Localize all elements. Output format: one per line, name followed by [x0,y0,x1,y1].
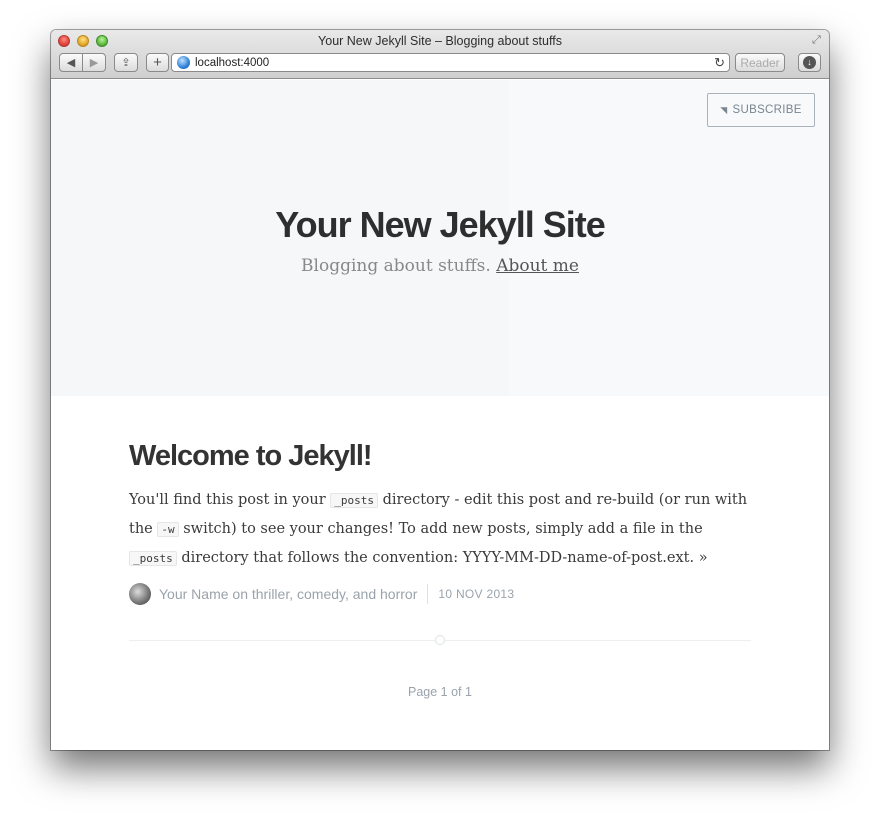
divider-dot [435,635,445,645]
rss-icon: ◥ [720,104,728,115]
author-avatar [129,583,151,605]
fullscreen-icon[interactable]: ⤢ [812,34,824,46]
url-text[interactable]: localhost:4000 [195,57,269,69]
browser-chrome: Your New Jekyll Site – Blogging about st… [51,30,829,79]
forward-button[interactable]: ▶ [82,53,106,72]
author-line[interactable]: Your Name on thriller, comedy, and horro… [159,586,417,602]
post-meta: Your Name on thriller, comedy, and horro… [129,582,751,606]
address-bar[interactable]: localhost:4000 ↻ [171,53,730,72]
pagination-text: Page 1 of 1 [408,685,472,699]
back-button[interactable]: ◀ [59,53,83,72]
post-excerpt: You'll find this post in your _posts dir… [129,486,751,573]
site-header: ◥ SUBSCRIBE Your New Jekyll Site Bloggin… [51,80,829,396]
downloads-button[interactable]: ↓ [798,53,821,72]
share-button[interactable]: ⇪ [114,53,138,72]
new-tab-button[interactable]: + [146,53,169,72]
subscribe-label: SUBSCRIBE [732,104,802,116]
excerpt-text: switch) to see your changes! To add new … [178,521,703,537]
forward-arrow-icon: ▶ [89,57,99,69]
code-w-switch: -w [157,522,179,537]
subscribe-button[interactable]: ◥ SUBSCRIBE [707,93,815,127]
reload-icon[interactable]: ↻ [714,55,725,71]
download-icon: ↓ [803,56,816,69]
plus-icon: + [153,54,162,71]
post-title[interactable]: Welcome to Jekyll! [129,440,751,473]
browser-window: Your New Jekyll Site – Blogging about st… [51,30,829,750]
web-page: ◥ SUBSCRIBE Your New Jekyll Site Bloggin… [51,80,829,750]
code-posts-dir: _posts [330,493,379,508]
reader-button[interactable]: Reader [735,53,785,72]
about-me-link[interactable]: About me [496,256,579,276]
code-posts-dir: _posts [129,551,177,566]
site-description: Blogging about stuffs. About me [51,256,829,276]
description-text: Blogging about stuffs. [301,256,491,276]
globe-icon [177,56,190,69]
meta-separator [427,584,429,604]
site-title: Your New Jekyll Site [275,204,605,245]
share-icon: ⇪ [121,57,131,69]
excerpt-text: You'll find this post in your [129,492,331,508]
post-date: 10 NOV 2013 [438,587,515,601]
back-arrow-icon: ◀ [66,57,76,69]
read-more-link[interactable]: » [699,550,708,566]
window-title: Your New Jekyll Site – Blogging about st… [318,34,562,48]
excerpt-text: directory that follows the convention: Y… [176,550,699,566]
